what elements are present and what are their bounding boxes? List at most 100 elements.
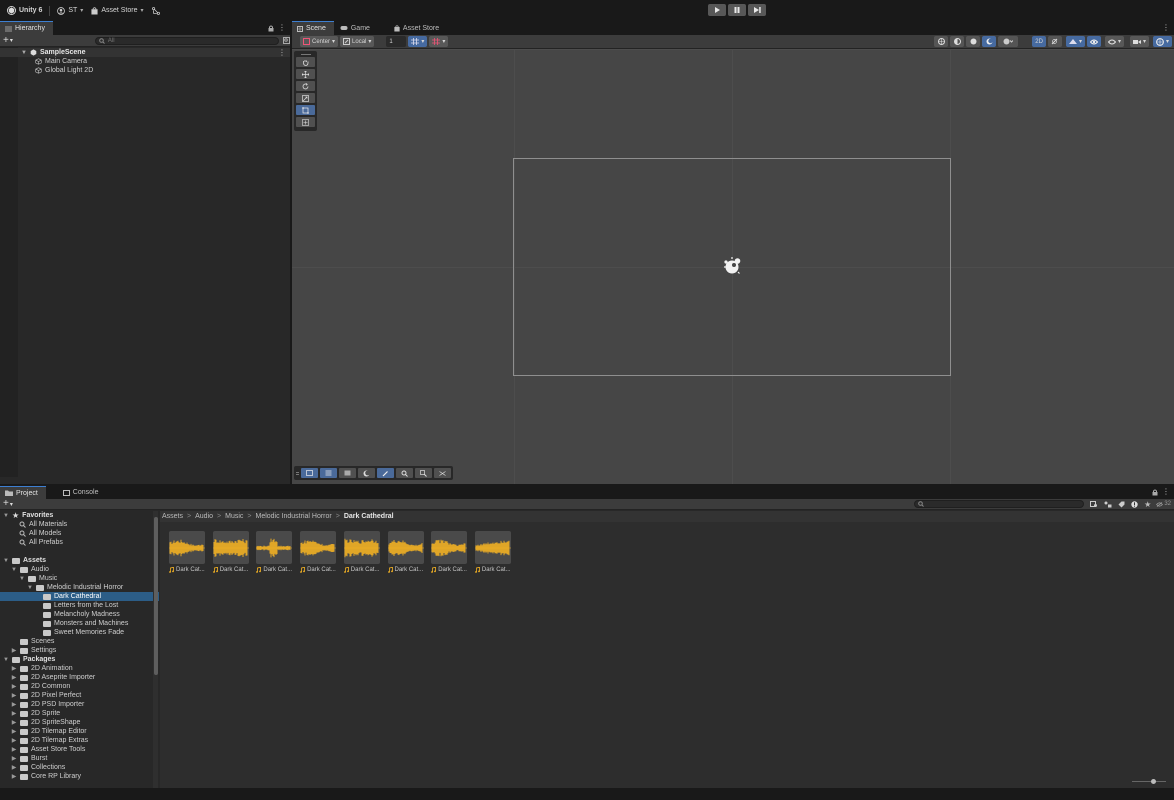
expand-arrow-icon[interactable]: ▼ [3,513,9,519]
info-icon[interactable] [1131,500,1138,508]
gizmos-dropdown[interactable]: ▾ [1152,36,1172,47]
breadcrumb-item[interactable]: Music [225,513,243,520]
version-control-button[interactable] [148,3,164,18]
increment-snap-toggle[interactable]: ▾ [429,36,449,47]
breadcrumb-item[interactable]: Audio [195,513,213,520]
tree-row-folder[interactable]: Melancholy Madness [0,610,159,619]
shaded-mode-button[interactable] [966,36,981,47]
tab-console[interactable]: Console [58,486,107,499]
tab-scene[interactable]: Scene [292,21,334,35]
tree-row-dark-cathedral[interactable]: Dark Cathedral [0,592,159,601]
audio-asset[interactable]: Dark Cat... [212,531,249,573]
tree-scrollbar[interactable] [153,511,158,788]
expand-arrow-icon[interactable]: ▶ [11,773,17,780]
hidden-objects-dropdown[interactable]: ▾ [1104,36,1124,47]
tree-row-packages[interactable]: ▼ Packages [0,655,159,664]
tree-row-folder[interactable]: Monsters and Machines [0,619,159,628]
more-options-icon[interactable]: ⋮ [1162,23,1170,32]
expand-arrow-icon[interactable]: ▶ [11,755,17,762]
unity-menu-button[interactable]: Unity 6 [3,3,46,18]
more-options-icon[interactable]: ⋮ [278,23,286,32]
tree-row-package[interactable]: ▶ 2D Sprite [0,709,159,718]
create-button[interactable]: + ▾ [3,499,13,509]
project-search-input[interactable] [914,500,1085,508]
expand-arrow-icon[interactable]: ▶ [11,683,17,690]
tree-row-favorites[interactable]: ▼ ★ Favorites [0,511,159,520]
space-dropdown[interactable]: Local ▾ [340,36,375,47]
audio-asset[interactable]: Dark Cat... [343,531,380,573]
expand-arrow-icon[interactable]: ▶ [11,701,17,708]
rotate-tool-button[interactable] [296,81,315,91]
tab-hierarchy[interactable]: Hierarchy [0,21,53,35]
scene-viewport[interactable] [292,49,1174,484]
tree-row-package[interactable]: ▶ 2D Pixel Perfect [0,691,159,700]
expand-arrow-icon[interactable]: ▶ [11,746,17,753]
expand-arrow-icon[interactable]: ▶ [11,728,17,735]
tree-row-assets[interactable]: ▼ Assets [0,556,159,565]
overlay-search-button[interactable] [396,468,413,478]
audio-asset[interactable]: Dark Cat... [387,531,424,573]
lighting-mode-button[interactable] [982,36,997,47]
overlay-rect-button[interactable] [301,468,318,478]
asset-store-dropdown[interactable]: Asset Store ▾ [87,3,147,18]
tree-row-melodic-industrial-horror[interactable]: ▼ Melodic Industrial Horror [0,583,159,592]
tab-asset-store[interactable]: Asset Store [378,21,447,35]
expand-arrow-icon[interactable]: ▶ [11,665,17,672]
audio-asset[interactable]: Dark Cat... [300,531,337,573]
tree-row-package[interactable]: ▶ Burst [0,754,159,763]
scrollbar-thumb[interactable] [153,517,158,675]
expand-arrow-icon[interactable]: ▶ [11,674,17,681]
grid-snap-toggle[interactable]: ▾ [408,36,428,47]
transform-tool-button[interactable] [296,117,315,127]
filter-by-label-icon[interactable] [1118,501,1125,508]
expand-arrow-icon[interactable]: ▶ [11,692,17,699]
search-by-type-icon[interactable] [1090,500,1098,508]
lock-icon[interactable] [268,25,274,32]
overlay-brush-button[interactable] [377,468,394,478]
tree-row-favorite[interactable]: All Prefabs [0,538,159,547]
tree-row-favorite[interactable]: All Materials [0,520,159,529]
render-debug-dropdown[interactable] [998,36,1019,47]
orientation-gizmo-button[interactable] [934,36,949,47]
expand-arrow-icon[interactable]: ▶ [11,737,17,744]
more-options-icon[interactable]: ⋮ [278,48,286,57]
tab-game[interactable]: Game [334,21,378,35]
move-tool-button[interactable] [296,69,315,79]
step-button[interactable] [748,4,766,16]
favorite-star-icon[interactable]: ★ [1144,500,1151,509]
overlay-tile-palette-button[interactable] [320,468,337,478]
tree-row-package[interactable]: ▶ 2D PSD Importer [0,700,159,709]
pause-button[interactable] [728,4,746,16]
overlay-lighting-button[interactable] [358,468,375,478]
breadcrumb-item[interactable]: Dark Cathedral [344,513,394,520]
view-tool-button[interactable] [296,57,315,67]
tree-row-audio[interactable]: ▼ Audio [0,565,159,574]
tree-row-package[interactable]: ▶ 2D Aseprite Importer [0,673,159,682]
create-button[interactable]: + ▾ [3,35,13,46]
grid-size-input[interactable]: 1 [386,36,407,47]
tree-row-folder[interactable]: Sweet Memories Fade [0,628,159,637]
effects-dropdown[interactable]: ▾ [1065,36,1085,47]
tree-row-package[interactable]: ▶ 2D Common [0,682,159,691]
camera-settings-dropdown[interactable]: ▾ [1129,36,1149,47]
expand-arrow-icon[interactable]: ▼ [27,585,33,591]
expand-arrow-icon[interactable]: ▼ [19,576,25,582]
more-options-icon[interactable]: ⋮ [1162,487,1170,496]
tree-row-music[interactable]: ▼ Music [0,574,159,583]
overlay-picker-button[interactable] [415,468,432,478]
tree-row-package[interactable]: ▶ 2D Animation [0,664,159,673]
gameobject-row[interactable]: Global Light 2D [0,66,290,75]
audio-asset[interactable]: Dark Cat... [431,531,468,573]
tree-row-package[interactable]: ▶ Collections [0,763,159,772]
tree-row-favorite[interactable]: All Models [0,529,159,538]
tree-row-package[interactable]: ▶ Asset Store Tools [0,745,159,754]
shading-mode-button[interactable] [950,36,965,47]
lighting-toggle[interactable] [1047,36,1062,47]
gameobject-row[interactable]: Main Camera [0,57,290,66]
account-dropdown[interactable]: ST ▾ [53,3,87,18]
hierarchy-search-input[interactable]: All [94,36,279,45]
mode-2d-toggle[interactable]: 2D [1032,36,1046,47]
expand-arrow-icon[interactable]: ▼ [21,50,27,56]
audio-asset[interactable]: Dark Cat... [169,531,205,573]
tree-row-package[interactable]: ▶ 2D Tilemap Extras [0,736,159,745]
